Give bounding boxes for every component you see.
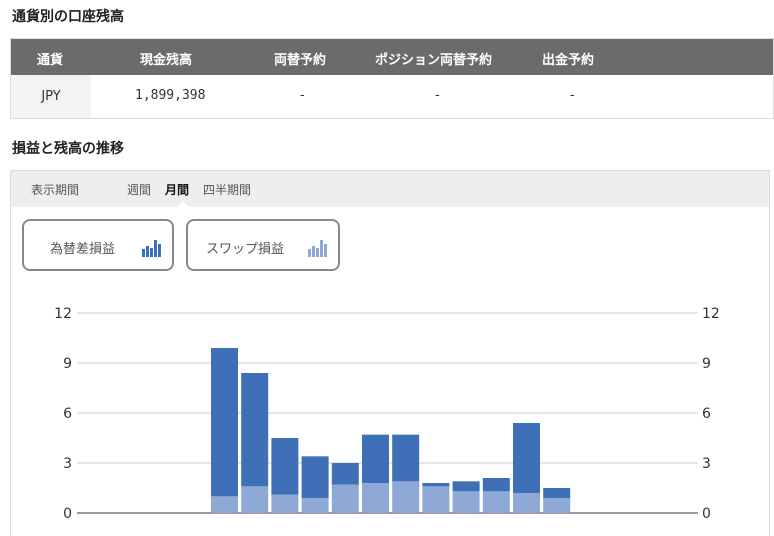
bar-swap-segment [271,494,299,513]
y-tick-label-left: 12 [54,306,72,322]
bar-swap-segment [543,498,571,513]
bar-fx-segment [301,456,329,498]
bar-fx-segment [211,348,238,497]
pl-bar-chart: 0 0 3 3 6 6 9 9 12 12 [54,306,720,522]
y-tick-label-right: 0 [702,506,711,522]
bar-swap-segment [241,486,269,513]
y-tick-label-left: 0 [63,506,72,522]
bar-swap-segment [331,484,359,513]
bar-fx-segment [241,373,269,487]
bar-fx-segment [331,463,359,485]
bar-fx-segment [271,438,299,495]
y-tick-label-right: 6 [702,406,711,422]
bar-fx-segment [392,434,420,482]
bar-fx-segment [543,488,571,498]
y-tick-label-right: 12 [702,306,720,322]
bar-swap-segment [211,496,238,513]
bar-swap-segment [362,483,389,513]
y-tick-label-left: 9 [63,356,72,372]
bar-fx-segment [513,423,540,493]
bar-swap-segment [392,481,420,513]
y-tick-label-left: 6 [63,406,72,422]
bar-fx-segment [362,434,389,483]
y-tick-label-right: 3 [702,456,711,472]
bar-swap-segment [482,491,510,513]
y-tick-label-left: 3 [63,456,72,472]
y-tick-label-right: 9 [702,356,711,372]
bar-swap-segment [301,498,329,513]
bar-fx-segment [482,478,510,492]
bar-swap-segment [422,486,450,513]
bar-swap-segment [513,493,540,513]
bar-fx-segment [452,481,480,492]
bar-fx-segment [422,483,450,487]
bar-swap-segment [452,491,480,513]
